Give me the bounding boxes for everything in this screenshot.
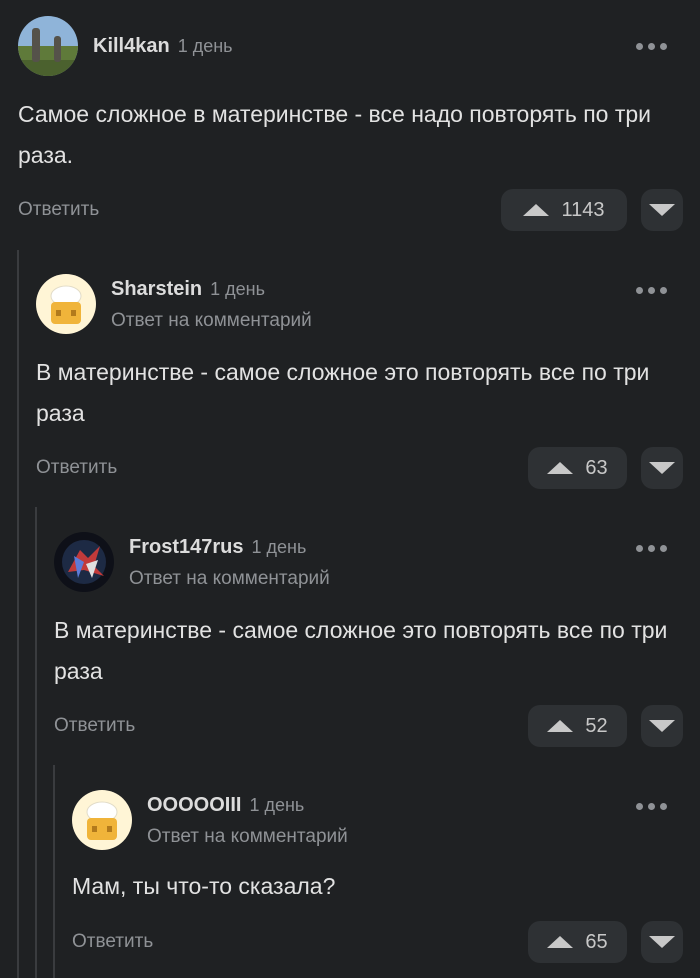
reply-button[interactable]: Ответить: [18, 199, 99, 221]
vote-count: 52: [585, 714, 608, 737]
upvote-button[interactable]: 1143: [501, 189, 627, 231]
more-options-icon[interactable]: [636, 538, 676, 558]
thread-line: [53, 765, 55, 978]
arrow-up-icon: [547, 936, 574, 948]
thread-line: [17, 250, 19, 978]
thread-line: [35, 507, 37, 978]
arrow-down-icon: [649, 936, 675, 948]
reply-note[interactable]: Ответ на комментарий: [129, 568, 330, 590]
avatar[interactable]: [18, 16, 78, 76]
reply-button[interactable]: Ответить: [72, 931, 153, 953]
avatar[interactable]: [72, 790, 132, 850]
arrow-down-icon: [649, 462, 675, 474]
timestamp: 1 день: [251, 537, 307, 557]
downvote-button[interactable]: [641, 189, 683, 231]
arrow-up-icon: [547, 462, 574, 474]
comment-text: В материнстве - самое сложное это повтор…: [54, 617, 668, 684]
chef-cheese-icon: [36, 274, 96, 334]
more-options-icon[interactable]: [636, 280, 676, 300]
comment-text: Самое сложное в материнстве - все надо п…: [18, 101, 652, 168]
arrow-down-icon: [649, 204, 675, 216]
reply-note[interactable]: Ответ на комментарий: [111, 310, 312, 332]
landscape-stones-icon: [18, 16, 78, 76]
comment-text: В материнстве - самое сложное это повтор…: [36, 359, 650, 426]
arrow-down-icon: [649, 720, 675, 732]
upvote-button[interactable]: 65: [528, 921, 627, 963]
vote-count: 65: [585, 930, 608, 953]
upvote-button[interactable]: 52: [528, 705, 627, 747]
reply-note[interactable]: Ответ на комментарий: [147, 826, 348, 848]
author-name[interactable]: OOOOOIII 1 день: [147, 794, 304, 817]
timestamp: 1 день: [249, 795, 305, 815]
reply-button[interactable]: Ответить: [36, 457, 117, 479]
downvote-button[interactable]: [641, 705, 683, 747]
arrow-up-icon: [523, 204, 550, 216]
chef-cheese-icon: [72, 790, 132, 850]
downvote-button[interactable]: [641, 447, 683, 489]
more-options-icon[interactable]: [636, 796, 676, 816]
comment-text: Мам, ты что-то сказала?: [72, 873, 336, 899]
upvote-button[interactable]: 63: [528, 447, 627, 489]
avatar[interactable]: [36, 274, 96, 334]
author-name[interactable]: Sharstein 1 день: [111, 278, 265, 301]
author-name[interactable]: Kill4kan 1 день: [93, 35, 233, 58]
more-options-icon[interactable]: [636, 36, 676, 56]
arrow-up-icon: [547, 720, 574, 732]
vote-count: 1143: [561, 198, 605, 221]
avatar[interactable]: [54, 532, 114, 592]
timestamp: 1 день: [210, 279, 265, 299]
reply-button[interactable]: Ответить: [54, 715, 135, 737]
timestamp: 1 день: [177, 36, 233, 56]
author-name[interactable]: Frost147rus 1 день: [129, 536, 306, 559]
dark-robot-icon: [54, 532, 114, 592]
vote-count: 63: [585, 456, 608, 479]
downvote-button[interactable]: [641, 921, 683, 963]
